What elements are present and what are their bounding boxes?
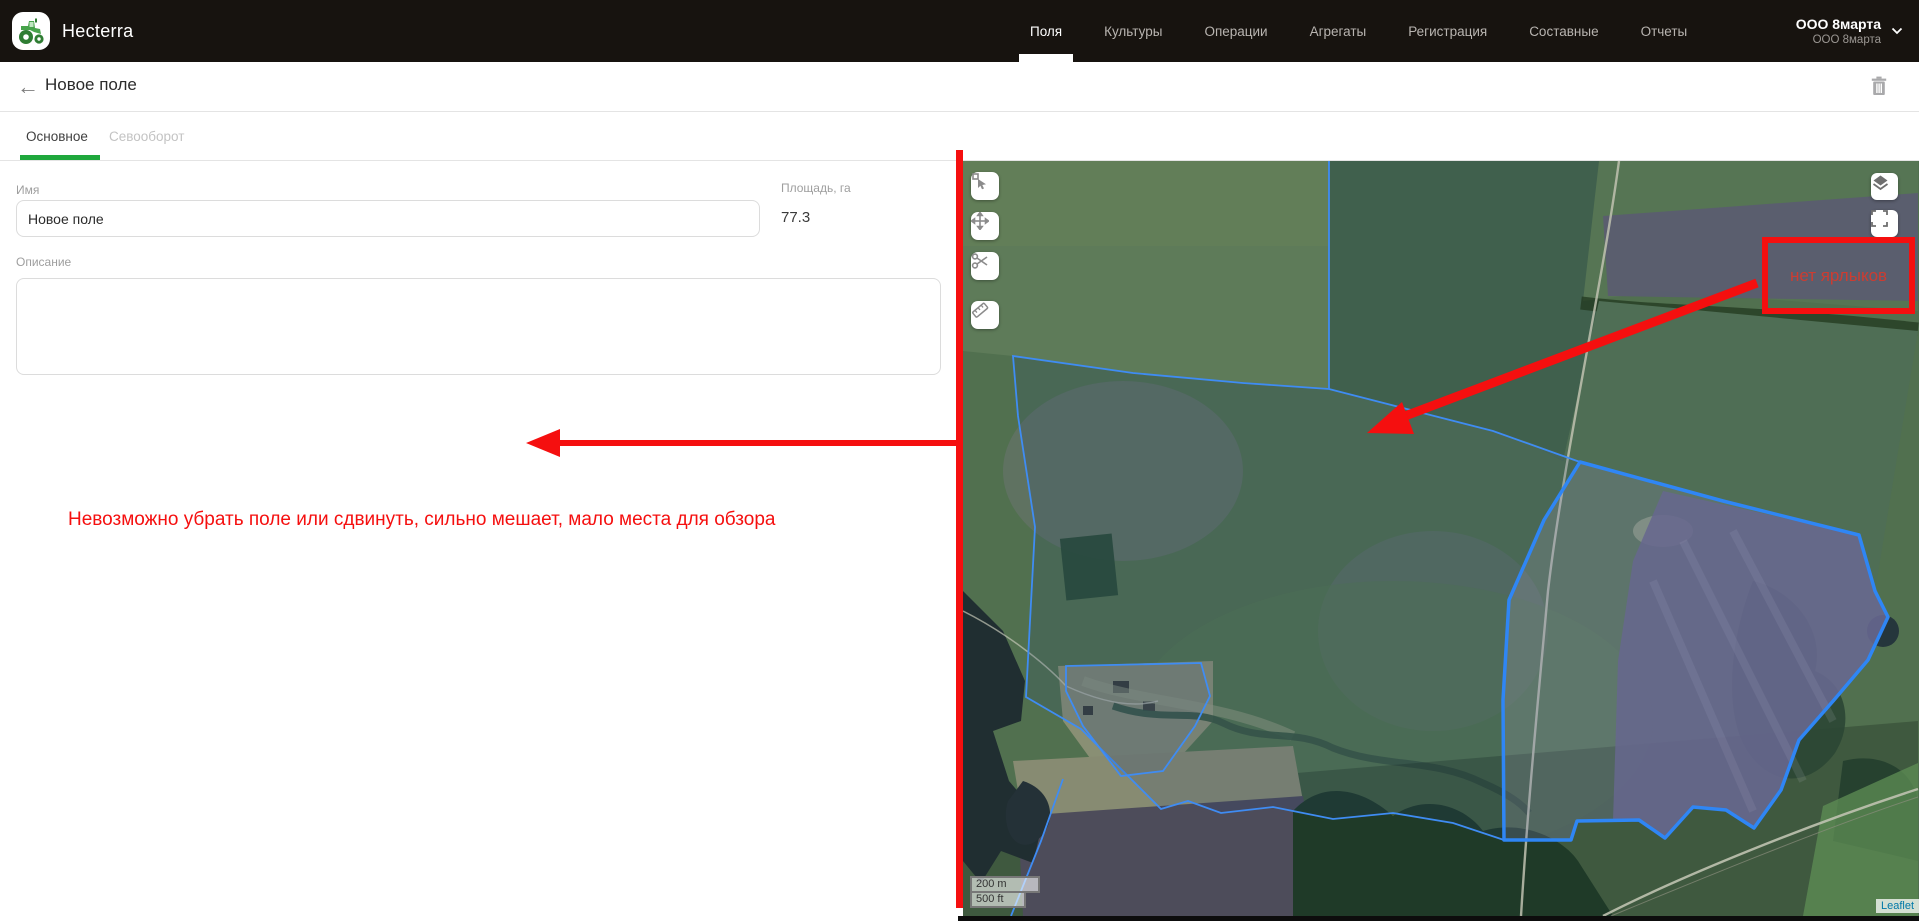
active-tab-indicator	[20, 155, 100, 160]
field-description-input[interactable]	[16, 278, 941, 375]
cut-icon	[971, 252, 989, 270]
annotation-text-no-labels: нет ярлыков	[1790, 266, 1887, 286]
tab-bar: Основное Севооборот	[0, 112, 1919, 161]
select-vertex-tool-button[interactable]	[971, 172, 999, 200]
fullscreen-icon	[1871, 210, 1888, 227]
measure-tool-button[interactable]	[971, 301, 999, 329]
account-menu[interactable]: ООО 8марта ООО 8марта	[1796, 0, 1903, 62]
page-title: Новое поле	[45, 75, 137, 95]
nav-item-reports[interactable]: Отчеты	[1641, 0, 1688, 62]
tractor-icon	[16, 16, 46, 46]
area-value: 77.3	[781, 209, 810, 226]
delete-field-button[interactable]	[1869, 75, 1893, 99]
area-label: Площадь, га	[781, 181, 851, 195]
fullscreen-control-button[interactable]	[1871, 210, 1898, 237]
measure-icon	[971, 301, 989, 319]
app-title: Hecterra	[62, 0, 133, 62]
app-logo[interactable]	[12, 12, 50, 50]
scale-imperial: 500 ft	[970, 891, 1026, 908]
map-attribution: Leaflet	[1876, 899, 1919, 913]
trash-icon	[1869, 75, 1889, 97]
tab-main[interactable]: Основное	[26, 112, 88, 160]
map-scale-control: 200 m 500 ft	[970, 876, 1040, 908]
tab-crop-rotation[interactable]: Севооборот	[109, 112, 184, 160]
layers-control-button[interactable]	[1871, 173, 1898, 200]
main-menu: Поля Культуры Операции Агрегаты Регистра…	[1030, 0, 1687, 62]
description-label: Описание	[16, 255, 71, 269]
chevron-down-icon	[1891, 27, 1903, 35]
account-subname: ООО 8марта	[1796, 33, 1881, 47]
annotation-vertical-line	[956, 150, 963, 908]
back-arrow-icon[interactable]: ←	[14, 73, 42, 101]
nav-item-registration[interactable]: Регистрация	[1408, 0, 1487, 62]
nav-item-units[interactable]: Агрегаты	[1310, 0, 1367, 62]
annotation-red-box: нет ярлыков	[1762, 237, 1915, 314]
map-bottom-edge	[958, 916, 1919, 921]
cut-tool-button[interactable]	[971, 252, 999, 280]
field-name-input[interactable]	[16, 200, 760, 237]
leaflet-link[interactable]: Leaflet	[1881, 900, 1914, 912]
layers-icon	[1871, 173, 1890, 192]
nav-item-operations[interactable]: Операции	[1204, 0, 1267, 62]
nav-item-fields[interactable]: Поля	[1030, 0, 1062, 62]
select-vertex-icon	[971, 172, 989, 190]
move-icon	[971, 212, 989, 230]
name-label: Имя	[16, 183, 39, 197]
top-navbar: Hecterra Поля Культуры Операции Агрегаты…	[0, 0, 1919, 62]
nav-item-composite[interactable]: Составные	[1529, 0, 1598, 62]
nav-item-cultures[interactable]: Культуры	[1104, 0, 1162, 62]
annotation-text-main: Невозможно убрать поле или сдвинуть, сил…	[68, 509, 898, 531]
page-header: ← Новое поле	[0, 62, 1919, 112]
move-tool-button[interactable]	[971, 212, 999, 240]
account-name: ООО 8марта	[1796, 16, 1881, 33]
